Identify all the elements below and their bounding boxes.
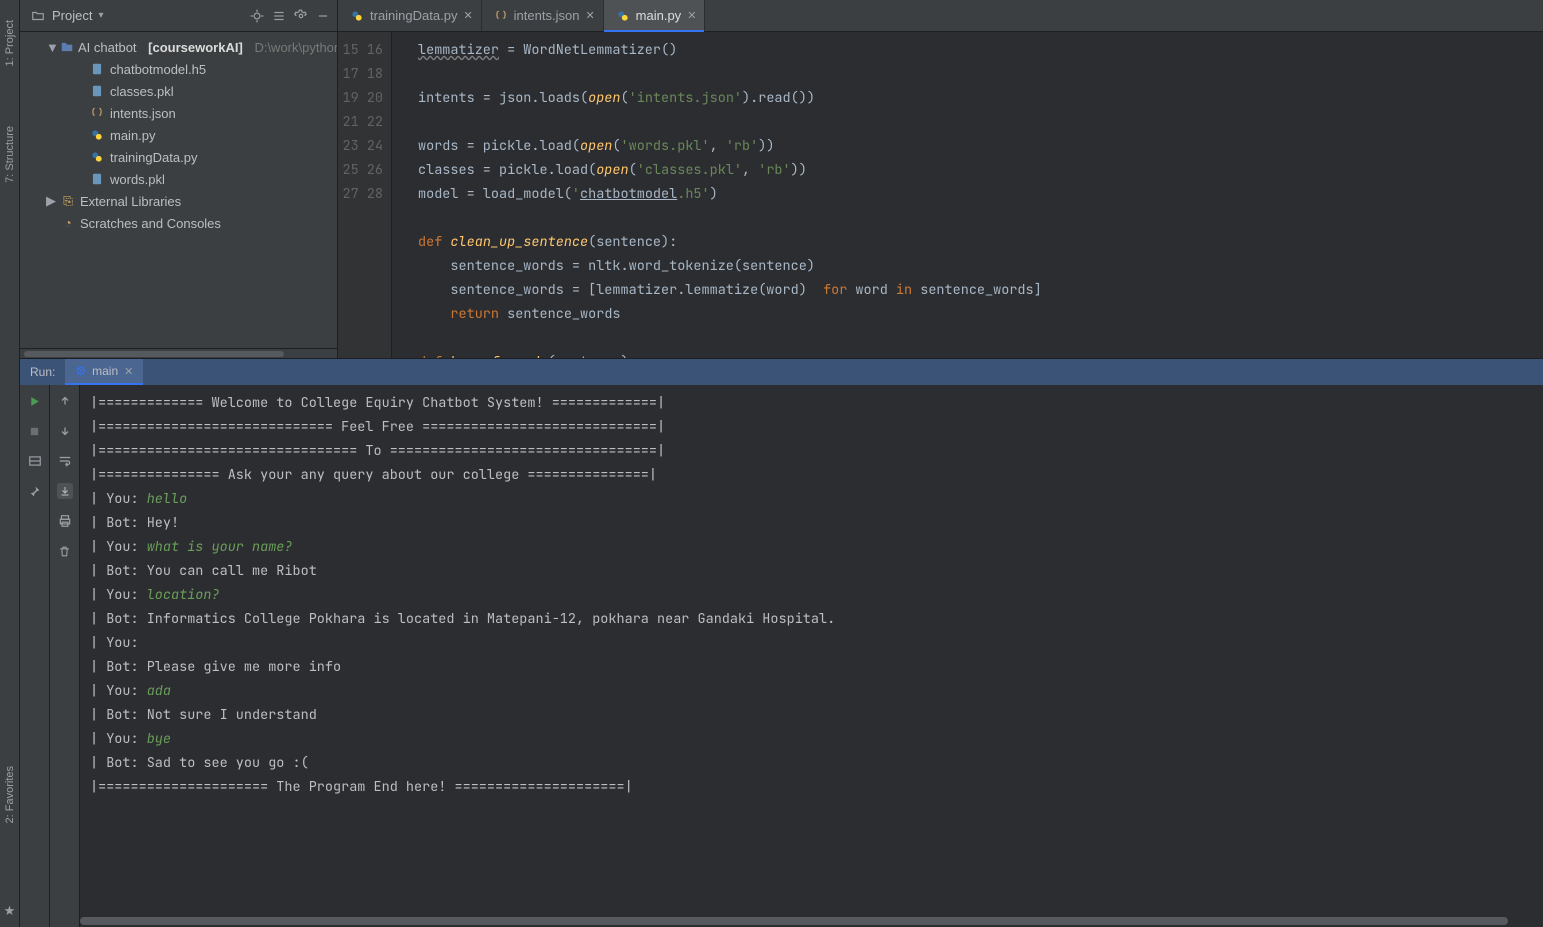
file-label: main.py (110, 128, 156, 143)
console-output[interactable]: |============= Welcome to College Equiry… (80, 385, 1543, 927)
locate-icon[interactable] (249, 8, 265, 24)
strip-structure[interactable]: 7: Structure (4, 126, 16, 183)
layout-icon[interactable] (27, 453, 43, 469)
stop-icon[interactable] (27, 423, 43, 439)
external-libraries-label: External Libraries (80, 194, 181, 209)
file-label: intents.json (110, 106, 176, 121)
run-tab-label: main (92, 364, 118, 378)
up-arrow-icon[interactable] (57, 393, 73, 409)
project-hscrollbar[interactable] (20, 348, 337, 358)
gear-icon[interactable] (293, 8, 309, 24)
project-panel-title[interactable]: Project (52, 8, 92, 23)
fold-gutter (392, 32, 406, 358)
line-gutter: 15 16 17 18 19 20 21 22 23 24 25 26 27 2… (338, 32, 392, 358)
close-icon[interactable]: ✕ (585, 9, 594, 22)
soft-wrap-icon[interactable] (57, 453, 73, 469)
trash-icon[interactable] (57, 543, 73, 559)
file-chatbotmodel-h5[interactable]: chatbotmodel.h5 (20, 58, 337, 80)
close-icon[interactable]: ✕ (463, 9, 472, 22)
file-icon (90, 128, 106, 142)
file-label: words.pkl (110, 172, 165, 187)
hide-icon[interactable] (315, 8, 331, 24)
strip-favorites[interactable]: 2: Favorites (4, 766, 16, 823)
close-icon[interactable]: ✕ (687, 9, 696, 22)
project-root-path: D:\work\python\ (254, 40, 337, 55)
strip-project[interactable]: 1: Project (4, 20, 16, 66)
close-icon[interactable]: ✕ (124, 365, 133, 378)
file-intents-json[interactable]: intents.json (20, 102, 337, 124)
run-toolbar-middle (50, 385, 80, 927)
project-root-name: AI chatbot (78, 40, 137, 55)
file-trainingData-py[interactable]: trainingData.py (20, 146, 337, 168)
project-root[interactable]: ▼ AI chatbot [courseworkAI] D:\work\pyth… (20, 36, 337, 58)
tab-main-py[interactable]: main.py ✕ (604, 0, 706, 31)
print-icon[interactable] (57, 513, 73, 529)
file-icon (90, 150, 106, 164)
project-panel-header: Project ▾ (20, 0, 337, 32)
editor-tabs: trainingData.py ✕ intents.json ✕ main.py ✕ (338, 0, 1543, 32)
file-type-icon (494, 9, 508, 23)
tab-label: trainingData.py (370, 8, 457, 23)
editor-area: trainingData.py ✕ intents.json ✕ main.py ✕ 15… (338, 0, 1543, 358)
folder-icon (60, 40, 74, 54)
file-icon (90, 84, 106, 98)
tab-label: intents.json (514, 8, 580, 23)
code-text[interactable]: lemmatizer = WordNetLemmatizer() intents… (406, 32, 1543, 358)
file-icon (90, 172, 106, 186)
file-label: trainingData.py (110, 150, 197, 165)
left-tool-strip: 1: Project 7: Structure 2: Favorites ★ (0, 0, 20, 927)
libs-icon: ⎘ (60, 194, 76, 209)
project-root-module: [courseworkAI] (148, 40, 243, 55)
file-icon (90, 106, 106, 120)
down-arrow-icon[interactable] (57, 423, 73, 439)
console-hscrollbar[interactable] (80, 917, 1537, 925)
collapse-icon[interactable] (271, 8, 287, 24)
run-header: Run: ⚙ main ✕ (20, 359, 1543, 385)
scratches-icon: ◔ (60, 216, 76, 230)
file-type-icon (616, 9, 630, 23)
scratches-label: Scratches and Consoles (80, 216, 221, 231)
run-icon[interactable] (27, 393, 43, 409)
file-main-py[interactable]: main.py (20, 124, 337, 146)
tab-intents-json[interactable]: intents.json ✕ (482, 0, 604, 31)
python-icon: ⚙ (75, 364, 86, 378)
scratches-and-consoles[interactable]: ◔ Scratches and Consoles (20, 212, 337, 234)
pin-icon[interactable] (27, 483, 43, 499)
scroll-to-end-icon[interactable] (57, 483, 73, 499)
tab-label: main.py (636, 8, 682, 23)
project-tree: ▼ AI chatbot [courseworkAI] D:\work\pyth… (20, 32, 337, 348)
file-label: chatbotmodel.h5 (110, 62, 206, 77)
file-type-icon (350, 9, 364, 23)
file-classes-pkl[interactable]: classes.pkl (20, 80, 337, 102)
run-tab[interactable]: ⚙ main ✕ (65, 359, 143, 385)
run-toolbar-left (20, 385, 50, 927)
file-words-pkl[interactable]: words.pkl (20, 168, 337, 190)
file-label: classes.pkl (110, 84, 174, 99)
file-icon (90, 62, 106, 76)
project-dir-icon (30, 8, 46, 24)
project-panel: Project ▾ ▼ (20, 0, 338, 358)
run-title: Run: (20, 365, 65, 379)
code-area[interactable]: 15 16 17 18 19 20 21 22 23 24 25 26 27 2… (338, 32, 1543, 358)
run-tool-window: Run: ⚙ main ✕ (20, 358, 1543, 927)
external-libraries[interactable]: ▶ ⎘ External Libraries (20, 190, 337, 212)
tab-trainingData-py[interactable]: trainingData.py ✕ (338, 0, 482, 31)
